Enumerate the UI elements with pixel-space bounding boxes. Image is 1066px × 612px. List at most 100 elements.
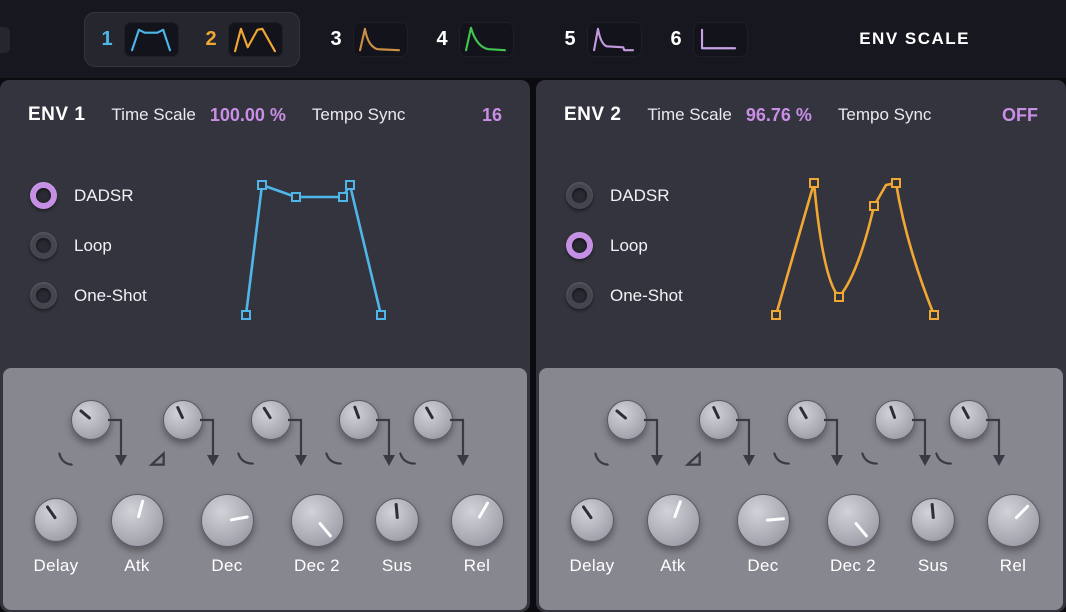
knob-label: Sus [891,556,975,576]
power-knob-1[interactable] [607,400,647,440]
mod-target-arrow [823,414,849,472]
radio-button[interactable] [566,182,593,209]
mode-one-shot[interactable]: One-Shot [566,282,683,309]
envelope-handle[interactable] [292,193,300,201]
mod-target-arrow [107,414,133,472]
env2-header: ENV 2 Time Scale 96.76 % Tempo Sync OFF [536,104,1066,126]
power-knob-4[interactable] [875,400,915,440]
env-tab-5[interactable]: 5 [564,22,642,57]
mode-dadsr[interactable]: DADSR [566,182,683,209]
radio-button[interactable] [566,282,593,309]
envelope-handle[interactable] [892,179,900,187]
env-tab-1[interactable]: 1 [101,22,179,57]
mode-label: One-Shot [610,286,683,306]
tab-number: 2 [205,28,217,51]
power-curve-icon [235,448,255,468]
power-knob-1[interactable] [71,400,111,440]
env-tab-3[interactable]: 3 [330,22,408,57]
env-mode-group: DADSR Loop One-Shot [30,182,147,309]
mod-target-arrow [643,414,669,472]
active-env-tab-group: 12 [84,12,300,67]
knob-sus[interactable] [911,498,955,542]
env-thumbnail [693,22,748,57]
power-knob-4[interactable] [339,400,379,440]
thumbnail-curve [132,29,170,49]
power-knob-3[interactable] [251,400,291,440]
knob-atk[interactable] [111,494,164,547]
mod-target-arrow [199,414,225,472]
mode-label: DADSR [74,186,134,206]
mode-loop[interactable]: Loop [30,232,147,259]
envelope-curve [776,183,934,315]
env1-header: ENV 1 Time Scale 100.00 % Tempo Sync 16 [0,104,530,126]
power-curve-icon [591,448,611,468]
envelope-handle[interactable] [377,311,385,319]
panel-title: ENV 2 [564,104,621,126]
env-thumbnail [124,22,179,57]
mod-target-arrow [449,414,475,472]
envelope-tab-bar: 12 3456 ENV SCALE [0,0,1066,78]
envelope-graph[interactable] [766,175,946,325]
power-knob-2[interactable] [163,400,203,440]
mode-label: Loop [74,236,112,256]
envelope-handle[interactable] [930,311,938,319]
radio-button[interactable] [30,282,57,309]
tempo-sync-label: Tempo Sync [312,105,406,125]
mod-target-arrow [287,414,313,472]
panel-title: ENV 1 [28,104,85,126]
envelope-handle[interactable] [810,179,818,187]
knob-dec-2[interactable] [291,494,344,547]
tempo-sync-value[interactable]: 16 [482,105,502,126]
power-curve-icon [859,448,879,468]
knob-label: Delay [14,556,98,576]
envelope-handle[interactable] [835,293,843,301]
knob-delay[interactable] [34,498,78,542]
knob-label: Rel [971,556,1055,576]
power-curve-icon [147,448,167,468]
env2-panel: ENV 2 Time Scale 96.76 % Tempo Sync OFF … [536,80,1066,612]
knob-label: Atk [95,556,179,576]
power-knob-3[interactable] [787,400,827,440]
envelope-handle[interactable] [339,193,347,201]
knob-rel[interactable] [987,494,1040,547]
radio-button[interactable] [566,232,593,259]
env-thumbnail [587,22,642,57]
env-tab-4[interactable]: 4 [436,22,514,57]
time-scale-value[interactable]: 100.00 % [210,105,286,126]
power-curve-icon [323,448,343,468]
knob-dec[interactable] [737,494,790,547]
mode-one-shot[interactable]: One-Shot [30,282,147,309]
env-mode-group: DADSR Loop One-Shot [566,182,683,309]
power-knob-2[interactable] [699,400,739,440]
mode-loop[interactable]: Loop [566,232,683,259]
envelope-handle[interactable] [772,311,780,319]
knob-dec[interactable] [201,494,254,547]
time-scale-value[interactable]: 96.76 % [746,105,812,126]
power-knob-5[interactable] [413,400,453,440]
knob-sus[interactable] [375,498,419,542]
envelope-handle[interactable] [346,181,354,189]
knob-delay[interactable] [570,498,614,542]
knob-dec-2[interactable] [827,494,880,547]
radio-button[interactable] [30,232,57,259]
knob-label: Delay [550,556,634,576]
envelope-graph[interactable] [238,175,418,325]
mode-dadsr[interactable]: DADSR [30,182,147,209]
envelope-handle[interactable] [870,202,878,210]
power-curve-icon [55,448,75,468]
knob-atk[interactable] [647,494,700,547]
tempo-sync-value[interactable]: OFF [1002,105,1038,126]
env1-panel: ENV 1 Time Scale 100.00 % Tempo Sync 16 … [0,80,530,612]
envelope-handle[interactable] [258,181,266,189]
time-scale-label: Time Scale [647,105,731,125]
knob-label: Dec [185,556,269,576]
envelope-handle[interactable] [242,311,250,319]
env-tab-6[interactable]: 6 [670,22,748,57]
tempo-sync-label: Tempo Sync [838,105,932,125]
tab-number: 5 [564,28,576,51]
knob-section: DelayAtkDecDec 2SusRel [539,368,1063,610]
power-knob-5[interactable] [949,400,989,440]
env-tab-2[interactable]: 2 [205,22,283,57]
radio-button[interactable] [30,182,57,209]
knob-rel[interactable] [451,494,504,547]
